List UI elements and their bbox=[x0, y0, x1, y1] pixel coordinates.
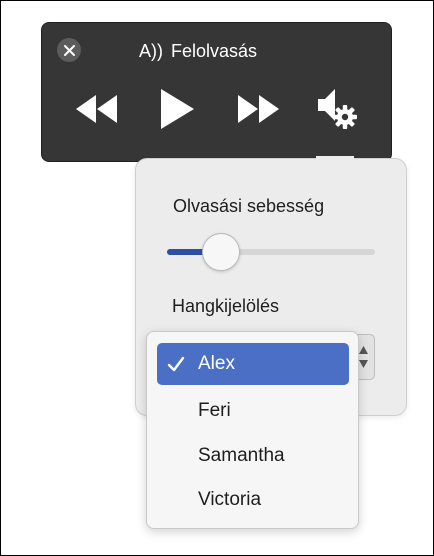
speaker-gear-icon bbox=[318, 89, 357, 129]
voice-option-label: Alex bbox=[198, 353, 235, 374]
voice-option-feri[interactable]: Feri bbox=[157, 390, 349, 432]
voice-option-label: Samantha bbox=[198, 445, 285, 466]
voice-option-samantha[interactable]: Samantha bbox=[157, 435, 349, 477]
popover-arrow-join bbox=[316, 156, 354, 162]
voice-option-victoria[interactable]: Victoria bbox=[157, 479, 349, 521]
checkmark-icon bbox=[167, 356, 185, 372]
player-title-text: Felolvasás bbox=[171, 41, 258, 61]
rewind-button[interactable] bbox=[73, 92, 119, 126]
voice-option-alex[interactable]: Alex bbox=[157, 343, 349, 385]
voice-option-label: Victoria bbox=[198, 489, 262, 510]
up-down-arrows-icon bbox=[359, 346, 368, 368]
speaker-glyph: A)) bbox=[139, 41, 163, 61]
voice-settings-button[interactable] bbox=[316, 86, 360, 130]
close-button[interactable] bbox=[57, 38, 81, 62]
close-icon bbox=[63, 44, 75, 56]
voice-dropdown-menu: Alex Feri Samantha Victoria bbox=[146, 331, 359, 529]
fast-forward-button[interactable] bbox=[236, 92, 282, 126]
reading-speed-label: Olvasási sebesség bbox=[173, 196, 325, 216]
slider-thumb[interactable] bbox=[202, 233, 241, 271]
voice-option-label: Feri bbox=[198, 400, 231, 421]
play-icon bbox=[161, 89, 194, 129]
play-button[interactable] bbox=[158, 87, 196, 131]
reading-speed-slider[interactable] bbox=[167, 233, 375, 271]
fast-forward-icon bbox=[238, 95, 279, 123]
rewind-icon bbox=[76, 95, 117, 123]
player-title: A)) Felolvasás bbox=[139, 40, 257, 62]
voice-selection-label: Hangkijelölés bbox=[172, 296, 280, 316]
